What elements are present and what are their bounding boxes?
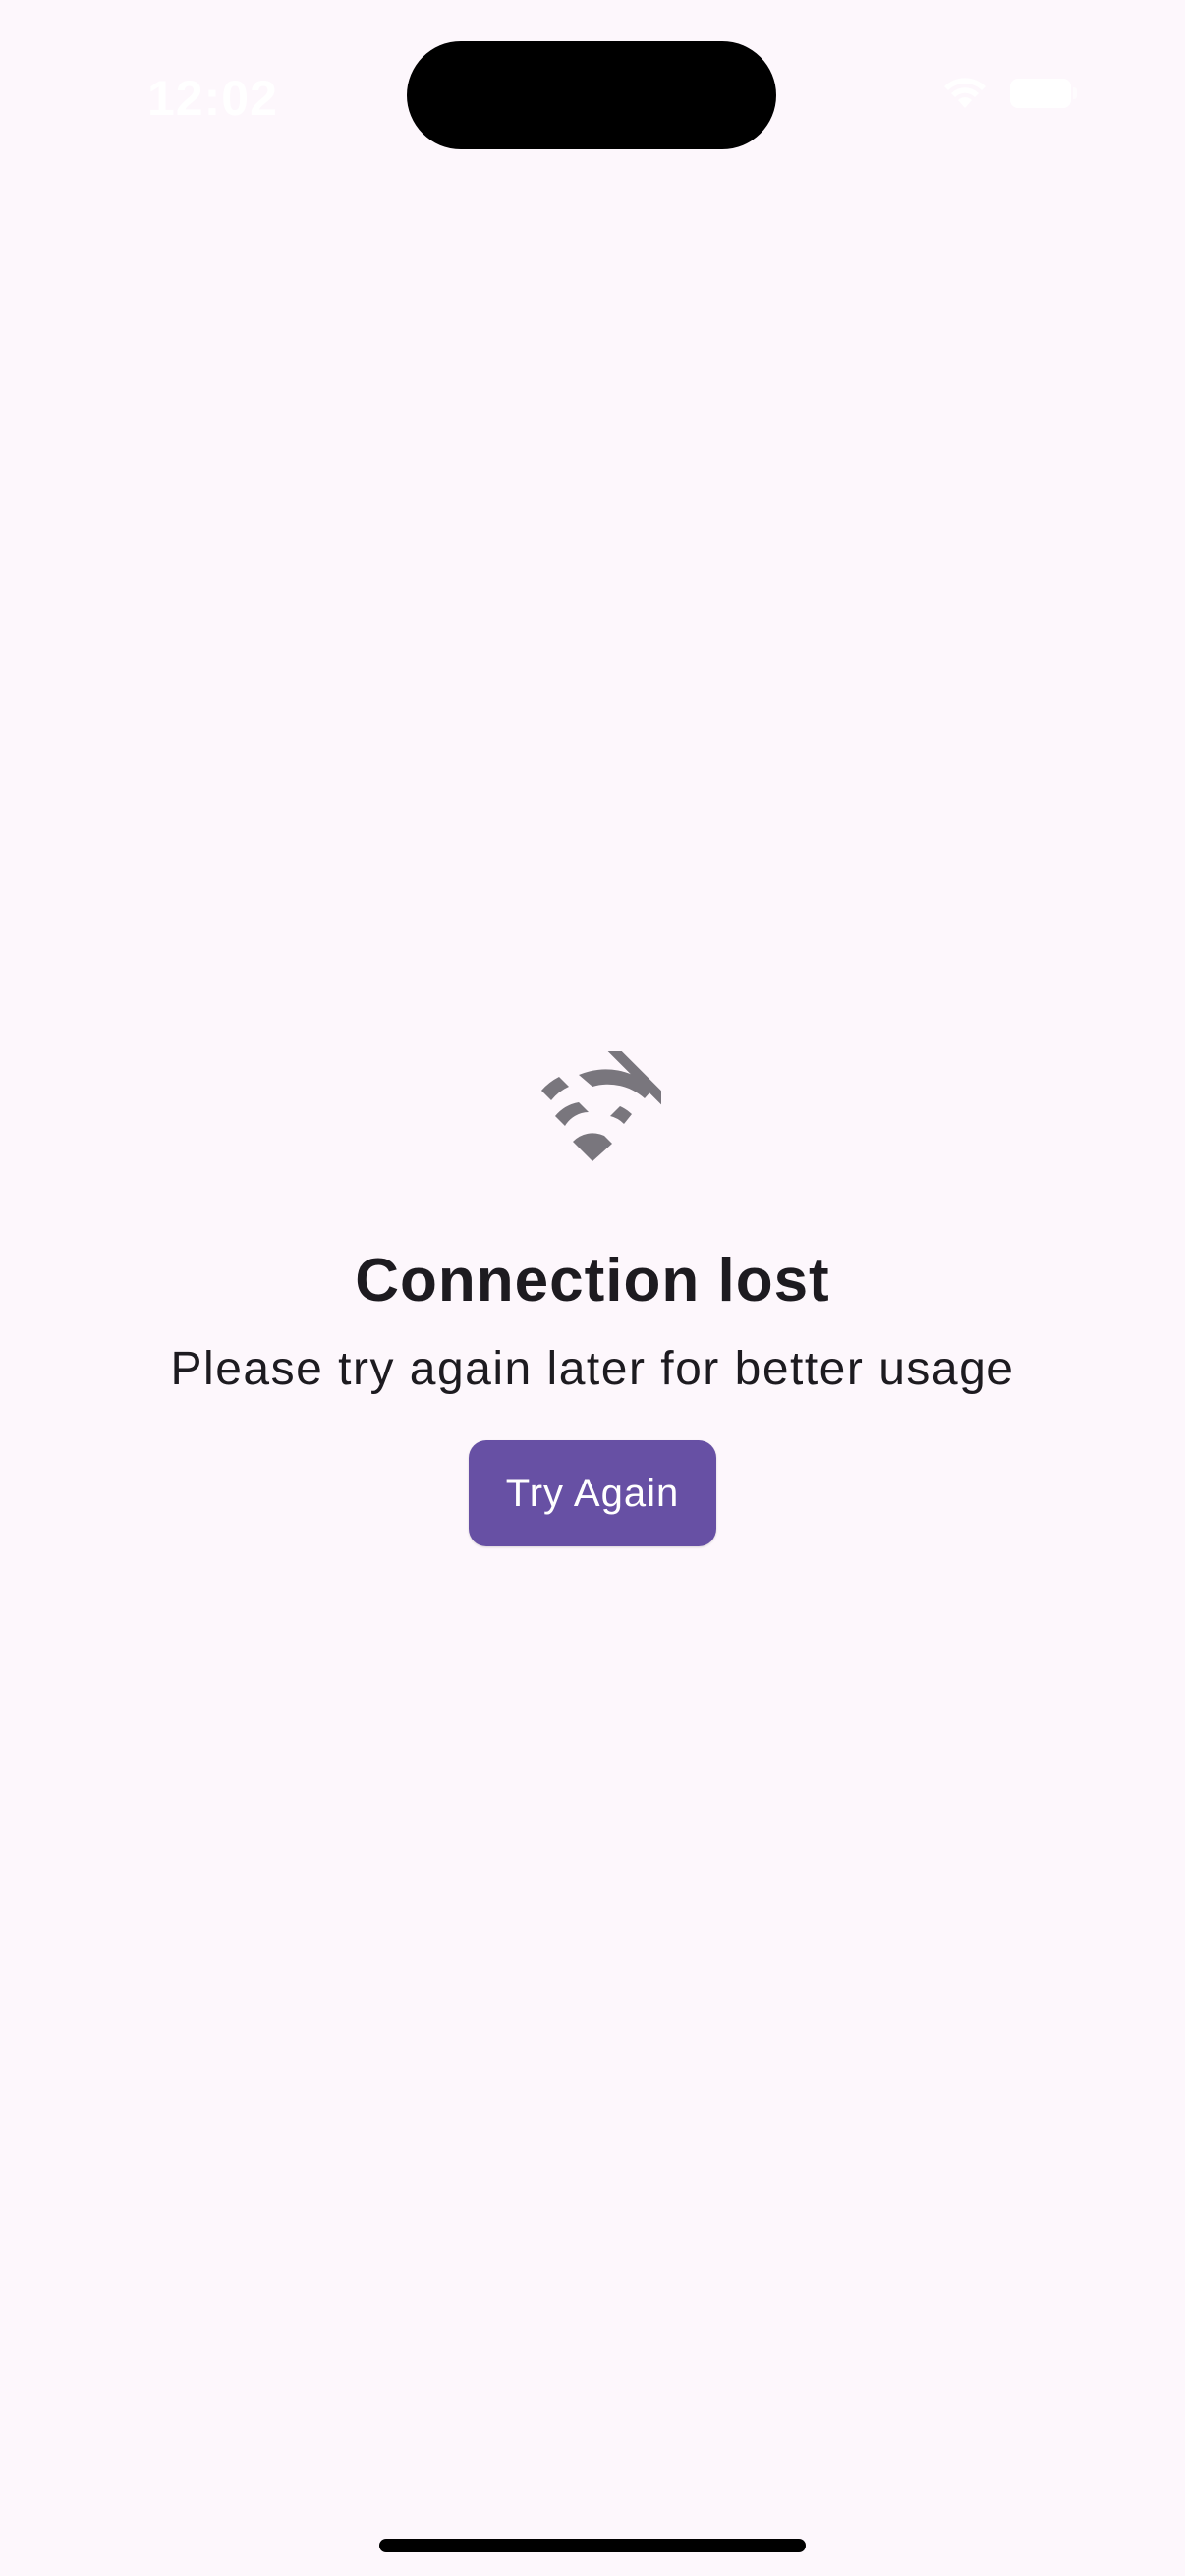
error-message: Please try again later for better usage [170, 1343, 1015, 1395]
status-icons [943, 77, 1077, 110]
dynamic-island [407, 41, 776, 149]
wifi-off-icon [541, 1051, 661, 1161]
home-indicator[interactable] [379, 2539, 806, 2552]
status-bar: 12:02 [0, 0, 1185, 187]
connection-error-panel: Connection lost Please try again later f… [0, 1051, 1185, 1546]
status-time: 12:02 [147, 71, 278, 126]
battery-icon [1010, 79, 1077, 108]
app-screen: 12:02 Connection lost Please try again l… [0, 0, 1185, 2576]
try-again-button[interactable]: Try Again [469, 1440, 716, 1546]
error-title: Connection lost [355, 1247, 830, 1315]
wifi-icon [943, 77, 987, 110]
